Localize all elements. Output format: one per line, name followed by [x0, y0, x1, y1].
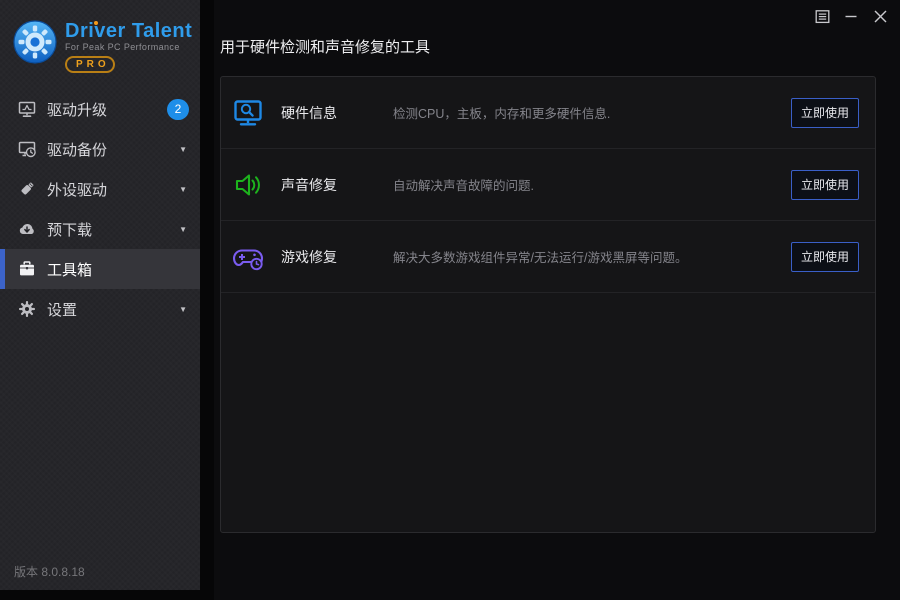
- sidebar-item-label: 驱动备份: [47, 141, 108, 159]
- window-menu-button[interactable]: [814, 8, 830, 24]
- page-title: 用于硬件检测和声音修复的工具: [220, 39, 431, 56]
- use-now-button-game-repair[interactable]: 立即使用: [791, 241, 859, 272]
- main-area: 用于硬件检测和声音修复的工具 硬件信息 检测CPU，主板，内存和更多硬件信息. …: [214, 0, 900, 600]
- tool-name: 声音修复: [281, 176, 337, 193]
- app-title: Driver Talent: [65, 20, 193, 42]
- sidebar-item-label: 驱动升级: [47, 101, 108, 119]
- minimize-button[interactable]: [843, 8, 859, 24]
- chevron-down-icon: ▼: [179, 304, 187, 314]
- chevron-down-icon: ▼: [179, 224, 187, 234]
- sidebar-menu: 驱动升级 2 驱动备份 ▼ 外设驱动 ▼ 预下载 ▼ 工具箱 设置 ▼: [0, 89, 200, 329]
- use-now-button-sound-repair[interactable]: 立即使用: [791, 169, 859, 200]
- tool-name: 游戏修复: [281, 248, 337, 265]
- window-controls: [814, 8, 888, 24]
- tool-description: 解决大多数游戏组件异常/无法运行/游戏黑屏等问题。: [393, 251, 688, 265]
- hardware-info-icon: [234, 99, 262, 125]
- tool-description: 检测CPU，主板，内存和更多硬件信息.: [393, 107, 611, 121]
- app-subtitle: For Peak PC Performance: [65, 42, 180, 52]
- peripheral-driver-icon: [21, 182, 34, 195]
- chevron-down-icon: ▼: [179, 144, 187, 154]
- tool-description: 自动解决声音故障的问题.: [393, 179, 534, 193]
- app-logo: Driver Talent For Peak PC Performance PR…: [0, 0, 200, 73]
- sidebar-item-label: 工具箱: [47, 261, 93, 279]
- sidebar-item-settings[interactable]: 设置 ▼: [0, 289, 200, 329]
- pro-badge: PRO: [65, 56, 115, 73]
- settings-gear-icon: [19, 301, 35, 317]
- logo-gear-icon: [13, 20, 57, 64]
- sound-repair-icon: [235, 173, 260, 196]
- sidebar-item-label: 预下载: [47, 221, 93, 239]
- chevron-down-icon: ▼: [179, 184, 187, 194]
- logo-i-dot: [94, 21, 98, 25]
- sidebar-item-label: 外设驱动: [47, 181, 108, 199]
- sidebar-item-driver-backup[interactable]: 驱动备份 ▼: [0, 129, 200, 169]
- predownload-icon: [19, 223, 34, 234]
- sidebar-item-peripheral-driver[interactable]: 外设驱动 ▼: [0, 169, 200, 209]
- close-icon: [874, 10, 886, 22]
- tool-row-game-repair: 游戏修复 解决大多数游戏组件异常/无法运行/游戏黑屏等问题。 立即使用: [221, 221, 875, 293]
- use-now-button-hardware-info[interactable]: 立即使用: [791, 97, 859, 128]
- menu-icon: [815, 9, 829, 23]
- update-count-badge: 2: [167, 98, 189, 120]
- minimize-icon: [845, 15, 857, 18]
- toolbox-icon: [20, 261, 34, 276]
- driver-backup-icon: [18, 141, 36, 158]
- tool-row-sound-repair: 声音修复 自动解决声音故障的问题. 立即使用: [221, 149, 875, 221]
- sidebar-item-driver-update[interactable]: 驱动升级 2: [0, 89, 200, 129]
- sidebar-item-toolbox[interactable]: 工具箱: [0, 249, 200, 289]
- sidebar: Driver Talent For Peak PC Performance PR…: [0, 0, 200, 590]
- tool-name: 硬件信息: [281, 104, 337, 121]
- sidebar-item-label: 设置: [47, 301, 78, 319]
- game-repair-icon: [232, 248, 264, 270]
- driver-update-icon: [18, 101, 36, 117]
- version-label: 版本 8.0.8.18: [14, 565, 85, 579]
- tool-row-hardware-info: 硬件信息 检测CPU，主板，内存和更多硬件信息. 立即使用: [221, 77, 875, 149]
- sidebar-item-predownload[interactable]: 预下载 ▼: [0, 209, 200, 249]
- close-button[interactable]: [872, 8, 888, 24]
- tools-panel: 硬件信息 检测CPU，主板，内存和更多硬件信息. 立即使用 声音修复 自动解决声…: [220, 76, 876, 533]
